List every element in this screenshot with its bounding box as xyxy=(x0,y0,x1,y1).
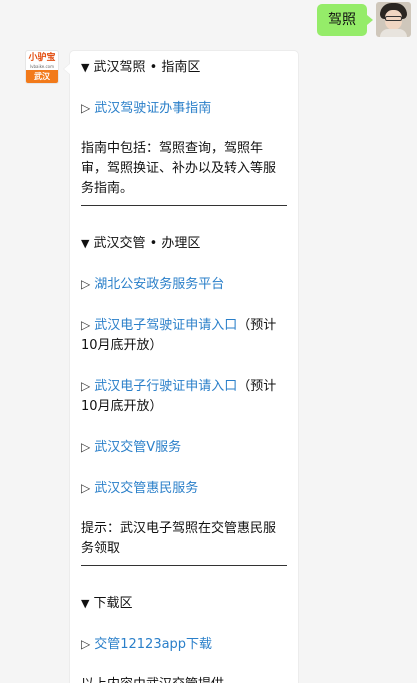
sender-logo-text: 小驴宝 xyxy=(28,53,56,63)
link-driving-guide[interactable]: 武汉驾驶证办事指南 xyxy=(94,101,211,116)
incoming-message-bubble: ▼ 武汉驾照 • 指南区 ▷ 武汉驾驶证办事指南 指南中包括：驾照查询，驾照年审，驾… xyxy=(63,50,299,683)
section-title-download: ▼ 下载区 xyxy=(81,596,133,611)
link-item: ▷ 湖北公安政务服务平台 xyxy=(81,274,287,295)
link-traffic-v-service[interactable]: 武汉交管V服务 xyxy=(94,440,181,455)
user-avatar[interactable] xyxy=(376,2,411,37)
triangle-down-icon: ▼ xyxy=(81,237,90,250)
arrow-right-icon: ▷ xyxy=(81,481,91,495)
sender-avatar[interactable]: 小驴宝 lvbaike.com 武汉 xyxy=(25,50,59,84)
link-item: ▷ 武汉驾驶证办事指南 xyxy=(81,98,287,119)
outgoing-message-bubble[interactable]: 驾照 xyxy=(317,4,373,36)
link-e-vehicle-license-apply[interactable]: 武汉电子行驶证申请入口 xyxy=(94,379,237,394)
link-item: ▷ 武汉交管惠民服务 xyxy=(81,478,287,499)
section-title-guide: ▼ 武汉驾照 • 指南区 xyxy=(81,60,201,75)
arrow-right-icon: ▷ xyxy=(81,637,91,651)
triangle-down-icon: ▼ xyxy=(81,61,90,74)
link-item: ▷ 武汉交管V服务 xyxy=(81,437,287,458)
link-item: ▷ 交管12123app下载 xyxy=(81,634,287,655)
arrow-right-icon: ▷ xyxy=(81,318,91,332)
arrow-right-icon: ▷ xyxy=(81,379,91,393)
link-12123-app-download[interactable]: 交管12123app下载 xyxy=(94,637,212,652)
link-item: ▷ 武汉电子行驶证申请入口（预计10月底开放） xyxy=(81,376,287,417)
link-e-license-apply[interactable]: 武汉电子驾驶证申请入口 xyxy=(94,318,237,333)
guide-description: 指南中包括：驾照查询，驾照年审，驾照换证、补办以及转入等服务指南。 xyxy=(81,141,277,196)
arrow-right-icon: ▷ xyxy=(81,440,91,454)
link-item: ▷ 武汉电子驾驶证申请入口（预计10月底开放） xyxy=(81,315,287,356)
download-footer-text: 以上内容由武汉交管提供 xyxy=(81,675,287,683)
section-title-service: ▼ 武汉交管 • 办理区 xyxy=(81,236,201,251)
triangle-down-icon: ▼ xyxy=(81,597,90,610)
outgoing-message-row: 驾照 xyxy=(317,2,411,37)
arrow-right-icon: ▷ xyxy=(81,277,91,291)
link-traffic-benefit-service[interactable]: 武汉交管惠民服务 xyxy=(94,481,198,496)
arrow-right-icon: ▷ xyxy=(81,101,91,115)
service-tip: 提示：武汉电子驾照在交管惠民服务领取 xyxy=(81,521,277,556)
link-hubei-police-platform[interactable]: 湖北公安政务服务平台 xyxy=(94,277,224,292)
sender-logo-city: 武汉 xyxy=(26,70,58,83)
